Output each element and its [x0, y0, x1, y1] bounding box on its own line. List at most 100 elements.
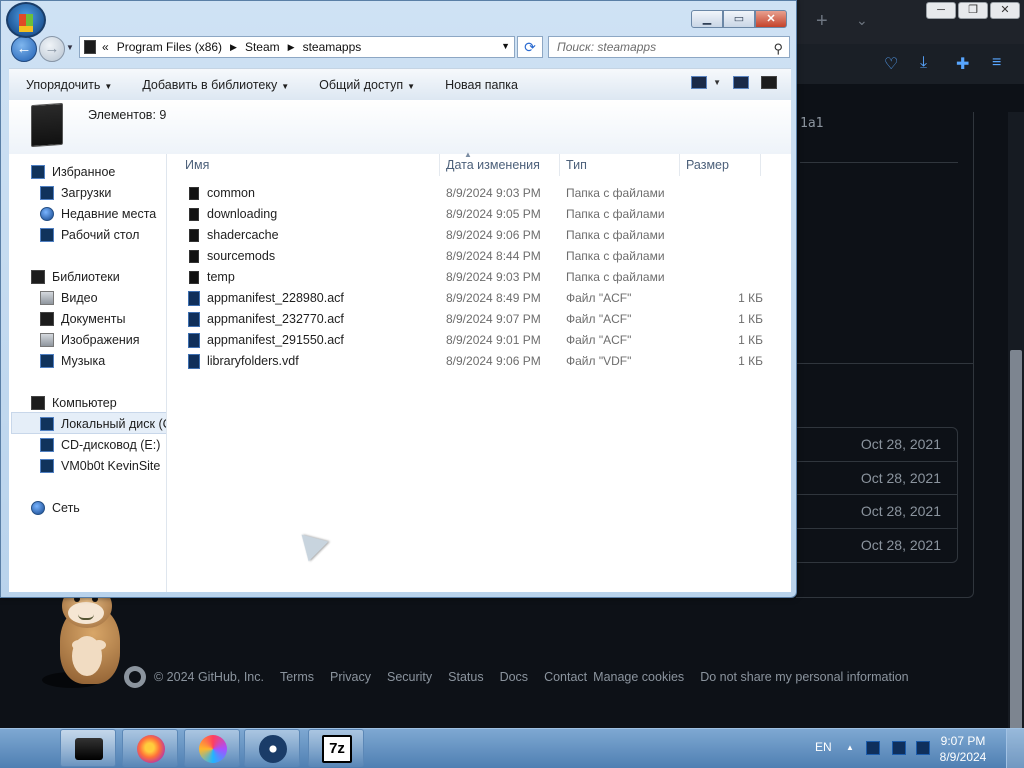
file-name: shadercache — [207, 228, 279, 242]
browser-minimize-button[interactable]: ─ — [926, 2, 956, 19]
footer-link-privacy[interactable]: Privacy — [330, 670, 371, 684]
organize-menu-button[interactable]: Упорядочить ▼ — [26, 78, 112, 92]
github-logo-icon[interactable] — [124, 666, 146, 688]
search-input[interactable]: Поиск: steamapps ⚲ — [548, 36, 790, 58]
breadcrumb-separator-icon[interactable]: ▶ — [288, 42, 295, 53]
taskbar-7zip-button[interactable]: 7z — [308, 729, 364, 767]
show-desktop-button[interactable] — [1006, 729, 1024, 768]
view-options-chevron-icon[interactable]: ▼ — [713, 78, 721, 87]
column-header-type[interactable]: Тип — [560, 154, 680, 176]
nav-item-music[interactable]: Музыка — [40, 351, 105, 371]
file-row[interactable]: common 8/9/2024 9:03 PM Папка с файлами — [167, 183, 791, 204]
date-row[interactable]: Oct 28, 2021 — [796, 495, 957, 529]
file-row[interactable]: shadercache 8/9/2024 9:06 PM Папка с фай… — [167, 225, 791, 246]
nav-item-favorites[interactable]: Избранное — [31, 162, 115, 182]
column-header-modified[interactable]: Дата изменения — [440, 154, 560, 176]
menu-icon[interactable]: ≡ — [992, 54, 1001, 72]
tray-flag-icon[interactable] — [866, 741, 880, 755]
column-header-name[interactable]: Имя — [167, 154, 440, 176]
date-row[interactable]: Oct 28, 2021 — [796, 462, 957, 495]
footer-link-docs[interactable]: Docs — [500, 670, 528, 684]
folder-icon — [84, 40, 96, 54]
footer-link-manage-cookies[interactable]: Manage cookies — [593, 670, 684, 684]
tray-monitor-icon[interactable] — [892, 741, 906, 755]
nav-item-local-disk[interactable]: Локальный диск (C — [40, 414, 166, 434]
file-size: 1 КБ — [738, 291, 763, 305]
address-history-chevron-icon[interactable]: ▼ — [501, 41, 510, 51]
nav-item-recent[interactable]: Недавние места — [40, 204, 156, 224]
nav-item-libraries[interactable]: Библиотеки — [31, 267, 120, 287]
browser-close-button[interactable]: ✕ — [990, 2, 1020, 19]
file-row[interactable]: appmanifest_232770.acf 8/9/2024 9:07 PM … — [167, 309, 791, 330]
extensions-icon[interactable]: ✚ — [956, 54, 969, 74]
window-controls: ▁ ▭ ✕ — [691, 10, 787, 28]
firefox-icon — [137, 735, 165, 763]
start-button[interactable] — [6, 2, 46, 38]
pocket-icon[interactable]: ♡ — [884, 54, 898, 74]
nav-item-computer[interactable]: Компьютер — [31, 393, 117, 413]
tray-volume-icon[interactable] — [916, 741, 930, 755]
nav-item-documents[interactable]: Документы — [40, 309, 125, 329]
maximize-button[interactable]: ▭ — [723, 10, 755, 28]
nav-item-network-share[interactable]: VM0b0t KevinSite — [40, 456, 160, 476]
add-to-library-label: Добавить в библиотеку — [142, 77, 278, 92]
footer-link-security[interactable]: Security — [387, 670, 432, 684]
date-row[interactable]: Oct 28, 2021 — [796, 428, 957, 462]
tab-list-chevron-icon[interactable]: ⌄ — [856, 12, 868, 29]
file-row[interactable]: libraryfolders.vdf 8/9/2024 9:06 PM Файл… — [167, 351, 791, 372]
file-row[interactable]: temp 8/9/2024 9:03 PM Папка с файлами — [167, 267, 791, 288]
nav-item-downloads[interactable]: Загрузки — [40, 183, 111, 203]
column-header-size[interactable]: Размер — [680, 154, 761, 176]
nav-item-network[interactable]: Сеть — [31, 498, 80, 518]
recent-pages-chevron-icon[interactable]: ▼ — [66, 43, 74, 52]
taskbar-explorer-button[interactable] — [60, 729, 116, 767]
file-row[interactable]: appmanifest_291550.acf 8/9/2024 9:01 PM … — [167, 330, 791, 351]
hamster-desktop-pet[interactable] — [42, 584, 124, 688]
preview-pane-icon[interactable] — [733, 76, 749, 89]
breadcrumb-separator-icon[interactable]: ▶ — [230, 42, 237, 53]
file-modified: 8/9/2024 8:44 PM — [446, 249, 541, 263]
footer-link-status[interactable]: Status — [448, 670, 483, 684]
minimize-button[interactable]: ▁ — [691, 10, 723, 28]
breadcrumb-steamapps[interactable]: steamapps — [303, 40, 362, 54]
close-button[interactable]: ✕ — [755, 10, 787, 28]
language-indicator[interactable]: EN — [815, 740, 832, 754]
breadcrumb-program-files[interactable]: Program Files (x86) — [117, 40, 222, 54]
taskbar-steam-button[interactable] — [244, 729, 300, 767]
clock-time: 9:07 PM — [940, 734, 986, 748]
show-hidden-icons-chevron-icon[interactable]: ▲ — [846, 743, 854, 752]
forward-arrow-icon[interactable]: → — [39, 36, 65, 62]
share-menu-button[interactable]: Общий доступ ▼ — [319, 78, 415, 92]
system-clock[interactable]: 9:07 PM 8/9/2024 — [930, 733, 996, 765]
browser-restore-button[interactable]: ❐ — [958, 2, 988, 19]
taskbar-firefox-button[interactable] — [122, 729, 178, 767]
file-row[interactable]: appmanifest_228980.acf 8/9/2024 8:49 PM … — [167, 288, 791, 309]
footer-link-do-not-share[interactable]: Do not share my personal information — [700, 670, 908, 684]
file-row[interactable]: downloading 8/9/2024 9:05 PM Папка с фай… — [167, 204, 791, 225]
footer-link-terms[interactable]: Terms — [280, 670, 314, 684]
add-to-library-button[interactable]: Добавить в библиотеку ▼ — [142, 78, 289, 92]
file-row[interactable]: sourcemods 8/9/2024 8:44 PM Папка с файл… — [167, 246, 791, 267]
browser-scrollbar-thumb[interactable] — [1010, 350, 1022, 730]
date-row[interactable]: Oct 28, 2021 — [796, 529, 957, 563]
nav-item-video[interactable]: Видео — [40, 288, 98, 308]
new-tab-icon[interactable]: + — [816, 10, 828, 33]
nav-item-desktop[interactable]: Рабочий стол — [40, 225, 139, 245]
footer-link-contact[interactable]: Contact — [544, 670, 587, 684]
command-bar: Упорядочить ▼ Добавить в библиотеку ▼ Общи… — [9, 68, 791, 100]
address-bar[interactable]: « Program Files (x86) ▶ Steam ▶ steamapp… — [79, 36, 515, 58]
breadcrumb-overflow[interactable]: « — [102, 40, 109, 54]
new-folder-button[interactable]: Новая папка — [445, 78, 518, 92]
search-icon[interactable]: ⚲ — [773, 39, 783, 59]
help-icon[interactable] — [761, 76, 777, 89]
download-icon[interactable]: ⤓ — [920, 54, 927, 72]
change-view-icon[interactable] — [691, 76, 708, 89]
nav-item-cd-drive[interactable]: CD-дисковод (E:) — [40, 435, 160, 455]
nav-item-images[interactable]: Изображения — [40, 330, 140, 350]
nav-label: Рабочий стол — [61, 228, 140, 242]
file-icon — [188, 354, 200, 369]
back-arrow-icon[interactable]: ← — [11, 36, 37, 62]
refresh-icon[interactable]: ⟳ — [517, 36, 543, 58]
breadcrumb-steam[interactable]: Steam — [245, 40, 280, 54]
taskbar-app-button[interactable] — [184, 729, 240, 767]
